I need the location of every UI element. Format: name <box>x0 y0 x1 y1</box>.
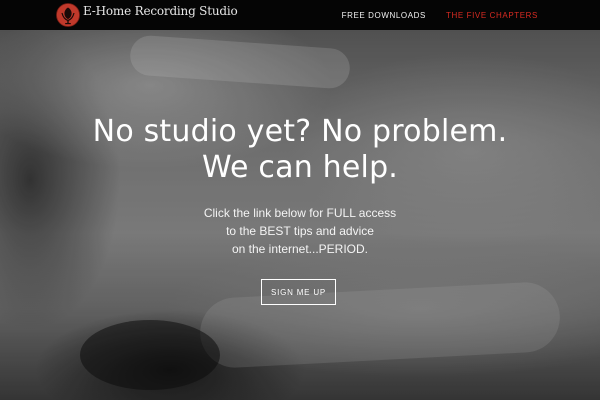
hero-content: No studio yet? No problem. We can help. … <box>0 30 600 400</box>
page: E-Home Recording Studio FREE DOWNLOADS T… <box>0 0 600 400</box>
hero-subtext-line-2: to the BEST tips and advice <box>226 224 374 238</box>
brand-link[interactable]: E-Home Recording Studio <box>56 2 238 28</box>
nav-link-five-chapters[interactable]: THE FIVE CHAPTERS <box>446 11 538 20</box>
hero-headline-line-1: No studio yet? No problem. <box>92 114 508 149</box>
hero-subtext-line-3: on the internet...PERIOD. <box>231 242 369 256</box>
sign-me-up-button[interactable]: SIGN ME UP <box>261 279 336 305</box>
brand-name: E-Home Recording Studio <box>83 4 238 18</box>
hero-headline-line-2: We can help. <box>201 150 399 185</box>
hero-section: No studio yet? No problem. We can help. … <box>0 30 600 400</box>
hero-subtext-line-1: Click the link below for FULL access <box>203 206 397 220</box>
microphone-logo-icon <box>56 3 80 27</box>
main-nav: FREE DOWNLOADS THE FIVE CHAPTERS <box>322 0 538 30</box>
nav-link-free-downloads[interactable]: FREE DOWNLOADS <box>342 11 426 20</box>
top-navbar: E-Home Recording Studio FREE DOWNLOADS T… <box>0 0 600 30</box>
